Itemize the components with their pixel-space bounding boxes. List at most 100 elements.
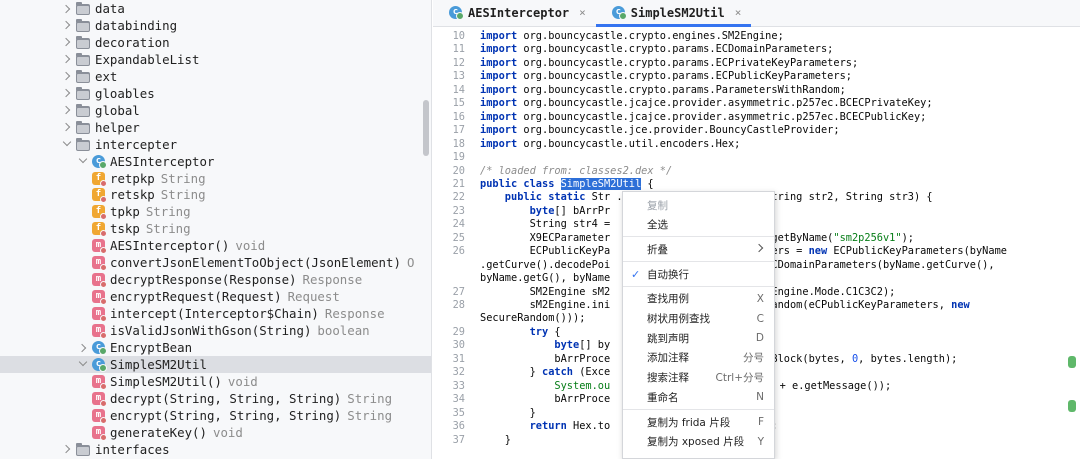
chevron-right-icon[interactable] bbox=[62, 54, 72, 64]
menu-item[interactable]: 复制为 frida 片段 F bbox=[623, 412, 774, 432]
chevron-right-icon[interactable] bbox=[62, 4, 72, 14]
method-icon: m bbox=[92, 408, 107, 424]
code-token: /* loaded from: classes2.dex */ bbox=[480, 164, 673, 177]
code-token: } bbox=[480, 433, 511, 446]
code-token: public static bbox=[480, 191, 592, 204]
checkmark-icon: ✓ bbox=[631, 267, 641, 281]
menu-item[interactable]: 全选 bbox=[623, 215, 774, 235]
tree-item-field[interactable]: f tpkp String bbox=[0, 203, 431, 221]
code-text: import org.bouncycastle.crypto.params.EC… bbox=[480, 57, 858, 71]
tree-item-label: decrypt(String, String, String) bbox=[110, 390, 342, 406]
tree-item-folder[interactable]: decoration bbox=[0, 34, 431, 51]
line-number: 31 bbox=[452, 352, 465, 365]
tree-item-folder[interactable]: databinding bbox=[0, 17, 431, 34]
folder-icon bbox=[76, 52, 90, 66]
line-number: 32 bbox=[452, 366, 465, 379]
tree-item-field[interactable]: f retskp String bbox=[0, 186, 431, 204]
menu-item[interactable]: 树状用例查找 C bbox=[623, 309, 774, 329]
tree-item-method[interactable]: m AESInterceptor() void bbox=[0, 237, 431, 255]
tab-simplesm2util[interactable]: c SimpleSM2Util × bbox=[595, 0, 752, 27]
tree-item-class[interactable]: c EncryptBean bbox=[0, 339, 431, 356]
tree-item-class[interactable]: c AESInterceptor bbox=[0, 153, 431, 170]
code-token: org.bouncycastle.jcajce.provider.asymmet… bbox=[523, 97, 933, 110]
tree-scrollbar[interactable] bbox=[423, 100, 429, 156]
tree-item-class[interactable]: c SimpleSM2Util bbox=[0, 355, 431, 373]
tree-item-field[interactable]: f retpkp String bbox=[0, 170, 431, 187]
tree-item-method[interactable]: m decrypt(String, String, String) String bbox=[0, 390, 431, 407]
code-text: import org.bouncycastle.crypto.engines.S… bbox=[480, 30, 784, 44]
code-token: } bbox=[480, 366, 542, 379]
tree-item-method[interactable]: m convertJsonElementToObject(JsonElement)… bbox=[0, 254, 431, 272]
chevron-down-icon[interactable] bbox=[62, 139, 72, 149]
tree-item-type: Response bbox=[324, 306, 385, 322]
code-text: import org.bouncycastle.crypto.params.EC… bbox=[480, 70, 852, 84]
tree-item-folder[interactable]: helper bbox=[0, 119, 431, 136]
code-token: sM2Engine.ini bbox=[480, 299, 611, 311]
tree-item-folder[interactable]: interfaces bbox=[0, 441, 431, 458]
close-tab-icon[interactable]: × bbox=[735, 6, 742, 19]
tab-aesinterceptor[interactable]: c AESInterceptor × bbox=[433, 0, 596, 26]
tree-item-method[interactable]: m generateKey() void bbox=[0, 424, 431, 441]
tree-item-method[interactable]: m encrypt(String, String, String) String bbox=[0, 407, 431, 424]
code-token: import bbox=[480, 30, 518, 42]
line-number: 12 bbox=[452, 56, 465, 69]
folder-icon bbox=[76, 120, 90, 134]
menu-item-shortcut: F bbox=[757, 416, 764, 428]
code-token: import bbox=[480, 137, 518, 150]
chevron-right-icon[interactable] bbox=[62, 37, 72, 47]
chevron-right-icon[interactable] bbox=[62, 122, 72, 132]
menu-item[interactable]: 查找用例 X bbox=[623, 289, 774, 309]
tree-item-label: global bbox=[95, 102, 140, 118]
tree-item-method[interactable]: m decryptResponse(Response) Response bbox=[0, 271, 431, 289]
menu-item[interactable]: 搜索注释 Ctrl+分号 bbox=[623, 368, 774, 388]
menu-item[interactable]: ✓ 自动换行 bbox=[623, 264, 774, 284]
tree-item-label: gloables bbox=[95, 85, 155, 101]
tree-item-folder[interactable]: global bbox=[0, 102, 431, 119]
chevron-down-icon[interactable] bbox=[78, 359, 88, 369]
tree-item-folder[interactable]: intercepter bbox=[0, 136, 431, 153]
tree-item-field[interactable]: f tskp String bbox=[0, 220, 431, 238]
tree-item-folder[interactable]: gloables bbox=[0, 85, 431, 102]
code-token: org.bouncycastle.jce.provider.BouncyCast… bbox=[523, 124, 840, 137]
tree-item-folder[interactable]: ExpandableList bbox=[0, 51, 431, 68]
chevron-down-icon[interactable] bbox=[78, 156, 88, 166]
code-token: ECPublicKeyPa bbox=[480, 245, 611, 258]
menu-item[interactable]: 重命名 N bbox=[623, 387, 774, 407]
code-text: public class SimpleSM2Util { bbox=[480, 177, 654, 192]
line-number: 29 bbox=[452, 325, 465, 338]
chevron-right-icon[interactable] bbox=[62, 105, 72, 115]
code-token: String str4 = bbox=[480, 218, 611, 231]
tree-item-method[interactable]: m isValidJsonWithGson(String) boolean bbox=[0, 322, 431, 340]
selected-text: SimpleSM2Util bbox=[560, 177, 642, 190]
menu-item-label: 折叠 bbox=[647, 243, 668, 256]
close-tab-icon[interactable]: × bbox=[579, 6, 586, 19]
menu-item-shortcut: X bbox=[756, 292, 764, 305]
menu-item[interactable]: 添加注释 分号 bbox=[623, 348, 774, 368]
tree-item-method[interactable]: m SimpleSM2Util() void bbox=[0, 373, 431, 390]
tree-item-method[interactable]: m encryptRequest(Request) Request bbox=[0, 288, 431, 306]
method-icon: m bbox=[92, 425, 107, 441]
code-token: org.bouncycastle.crypto.engines.SM2Engin… bbox=[523, 30, 784, 42]
tree-item-folder[interactable]: ext bbox=[0, 68, 431, 85]
code-token: bArrProce bbox=[480, 393, 611, 406]
menu-item[interactable]: 复制为 xposed 片段 Y bbox=[623, 432, 774, 452]
chevron-right-icon[interactable] bbox=[62, 444, 72, 454]
menu-separator bbox=[623, 236, 774, 238]
field-icon: f bbox=[92, 188, 107, 204]
menu-item[interactable]: 跳到声明 D bbox=[623, 328, 774, 348]
code-text: byte[] by bbox=[480, 339, 610, 353]
method-icon: m bbox=[92, 307, 107, 323]
chevron-right-icon[interactable] bbox=[62, 20, 72, 30]
tree-item-label: tpkp bbox=[110, 204, 140, 220]
menu-item[interactable]: 折叠 bbox=[623, 239, 774, 259]
line-number: 27 bbox=[452, 285, 465, 298]
tree-item-folder[interactable]: data bbox=[0, 0, 431, 17]
chevron-right-icon[interactable] bbox=[62, 71, 72, 81]
tree-item-label: interfaces bbox=[95, 441, 170, 457]
code-text: import org.bouncycastle.jcajce.provider.… bbox=[480, 97, 933, 111]
chevron-right-icon[interactable] bbox=[78, 343, 88, 353]
chevron-right-icon[interactable] bbox=[62, 88, 72, 98]
tree-item-method[interactable]: m intercept(Interceptor$Chain) Response bbox=[0, 305, 431, 323]
tree-item-type: String bbox=[347, 407, 393, 423]
